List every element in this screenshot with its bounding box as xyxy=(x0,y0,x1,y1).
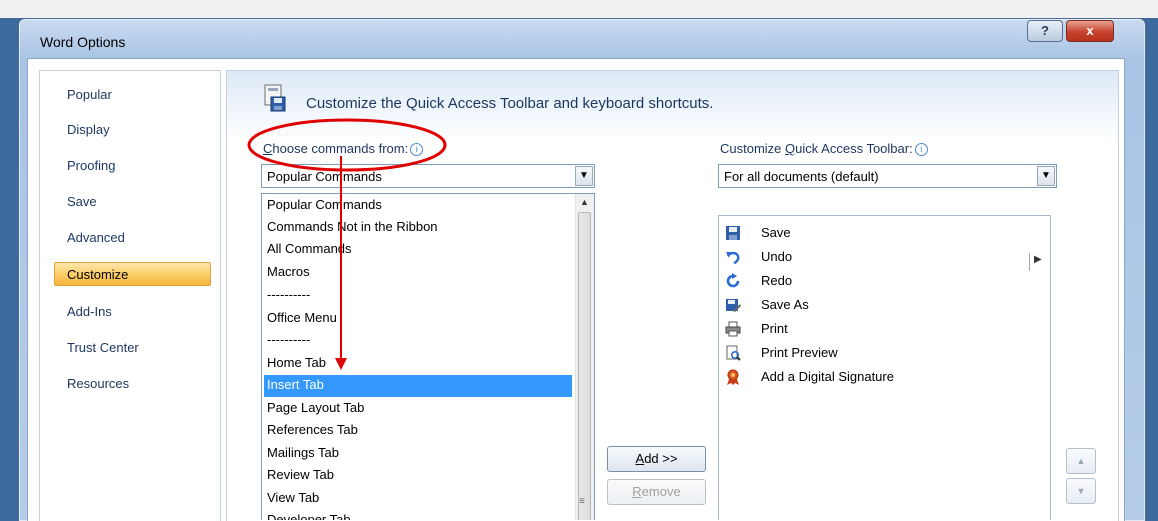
dropdown-option[interactable]: View Tab xyxy=(267,488,319,510)
dropdown-option-selected[interactable]: Insert Tab xyxy=(264,375,572,397)
add-button[interactable]: Add >> xyxy=(607,446,706,472)
choose-commands-value: Popular Commands xyxy=(267,169,382,184)
chevron-down-icon[interactable]: ▼ xyxy=(1037,166,1055,186)
list-item-label: Redo xyxy=(761,273,793,288)
choose-commands-select[interactable]: Popular Commands ▼ xyxy=(261,164,595,188)
dropdown-scrollbar[interactable]: ▲ ≡ xyxy=(575,194,594,520)
scroll-up-icon[interactable]: ▲ xyxy=(580,197,589,207)
remove-accel: R xyxy=(632,484,642,499)
choose-commands-label: Choose commands from: i xyxy=(263,141,424,157)
move-up-button[interactable]: ▲ xyxy=(1066,448,1096,474)
dropdown-option[interactable]: Commands Not in the Ribbon xyxy=(267,217,438,239)
customize-toolbar-value: For all documents (default) xyxy=(724,169,879,184)
list-item-label: Print Preview xyxy=(761,345,838,360)
dropdown-option[interactable]: Review Tab xyxy=(267,465,334,487)
nav-item-save[interactable]: Save xyxy=(67,194,97,209)
choose-label-text: hoose commands from: xyxy=(272,141,409,156)
customize-accel: Q xyxy=(785,141,796,156)
list-item-label: Save As xyxy=(761,297,809,312)
nav-item-display[interactable]: Display xyxy=(67,122,110,137)
choose-accel: C xyxy=(263,141,273,156)
close-button[interactable]: x xyxy=(1066,20,1114,42)
dropdown-option[interactable]: Page Layout Tab xyxy=(267,398,364,420)
dropdown-option[interactable]: Developer Tab xyxy=(267,510,351,520)
toolbar-customize-icon xyxy=(264,84,286,112)
digital-signature-icon xyxy=(727,369,739,385)
options-nav xyxy=(39,70,221,521)
info-icon: i xyxy=(914,143,928,157)
print-preview-icon xyxy=(726,345,741,361)
help-button[interactable]: ? xyxy=(1027,20,1063,42)
scrollbar-thumb[interactable] xyxy=(578,212,591,520)
dropdown-separator: ---------- xyxy=(267,287,311,302)
chevron-right-icon[interactable]: ▶ xyxy=(1034,254,1042,265)
panel-heading: Customize the Quick Access Toolbar and k… xyxy=(306,95,714,112)
dropdown-option[interactable]: All Commands xyxy=(267,239,352,261)
divider xyxy=(1029,253,1030,271)
nav-item-add-ins[interactable]: Add-Ins xyxy=(67,304,112,319)
nav-item-advanced[interactable]: Advanced xyxy=(67,230,125,245)
customize-label-pre: Customize xyxy=(720,141,786,156)
nav-item-resources[interactable]: Resources xyxy=(67,376,129,391)
redo-icon xyxy=(726,273,740,288)
save-icon xyxy=(726,226,740,240)
dropdown-option[interactable]: Popular Commands xyxy=(267,195,382,217)
info-icon: i xyxy=(410,143,424,157)
list-item-label: Add a Digital Signature xyxy=(761,369,894,384)
dropdown-option[interactable]: Macros xyxy=(267,262,310,284)
quick-access-list[interactable]: Save Undo ▶ Redo Save As Print Print Pre… xyxy=(718,215,1051,520)
remove-button-label: emove xyxy=(641,484,681,499)
dropdown-option[interactable]: Home Tab xyxy=(267,353,326,375)
nav-item-trust-center[interactable]: Trust Center xyxy=(67,340,139,355)
customize-toolbar-select[interactable]: For all documents (default) ▼ xyxy=(718,164,1057,188)
background-strip xyxy=(0,0,1158,18)
save-as-icon xyxy=(726,299,741,312)
print-icon xyxy=(725,321,741,337)
customize-label-post: uick Access Toolbar: xyxy=(795,141,913,156)
grip-icon: ≡ xyxy=(579,496,585,507)
nav-item-customize[interactable]: Customize xyxy=(54,262,211,286)
add-button-label: dd >> xyxy=(644,451,678,466)
move-down-button[interactable]: ▼ xyxy=(1066,478,1096,504)
dropdown-option[interactable]: References Tab xyxy=(267,420,358,442)
dropdown-option[interactable]: Mailings Tab xyxy=(267,443,339,465)
add-accel: A xyxy=(635,451,645,466)
nav-item-popular[interactable]: Popular xyxy=(67,87,112,102)
remove-button[interactable]: Remove xyxy=(607,479,706,505)
commands-dropdown-list[interactable]: Popular Commands Commands Not in the Rib… xyxy=(261,193,595,520)
chevron-down-icon[interactable]: ▼ xyxy=(575,166,593,186)
dropdown-option[interactable]: Office Menu xyxy=(267,308,337,330)
dialog-title: Word Options xyxy=(40,34,126,50)
list-item-label: Undo xyxy=(761,249,793,264)
dropdown-separator: ---------- xyxy=(267,332,311,347)
list-item-label: Print xyxy=(761,321,788,336)
nav-item-proofing[interactable]: Proofing xyxy=(67,158,115,173)
customize-toolbar-label: Customize Quick Access Toolbar: i xyxy=(720,141,928,157)
undo-icon xyxy=(726,251,740,265)
list-item-label: Save xyxy=(761,225,791,240)
